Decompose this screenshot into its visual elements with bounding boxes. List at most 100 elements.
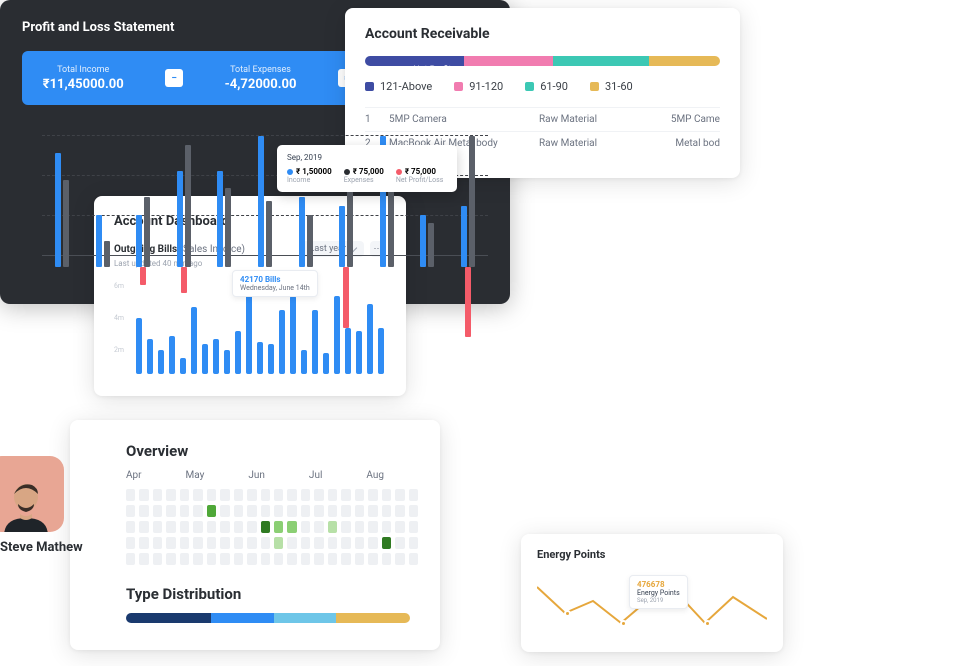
pl-income-bar[interactable]: [299, 197, 305, 267]
heatmap-cell[interactable]: [328, 505, 337, 517]
pl-loss-bar[interactable]: [181, 267, 187, 293]
pl-expense-bar[interactable]: [63, 180, 69, 268]
heatmap-cell[interactable]: [139, 553, 148, 565]
heatmap-cell[interactable]: [247, 537, 256, 549]
heatmap-cell[interactable]: [207, 489, 216, 501]
chart-bar[interactable]: [191, 307, 197, 374]
heatmap-cell[interactable]: [382, 521, 391, 533]
heatmap-cell[interactable]: [368, 553, 377, 565]
chart-bar[interactable]: [290, 296, 296, 374]
heatmap-cell[interactable]: [287, 553, 296, 565]
chart-bar[interactable]: [312, 310, 318, 374]
heatmap-cell[interactable]: [139, 537, 148, 549]
heatmap-cell[interactable]: [341, 489, 350, 501]
heatmap-cell[interactable]: [368, 489, 377, 501]
heatmap-cell[interactable]: [395, 505, 404, 517]
pl-income-bar[interactable]: [136, 215, 142, 268]
heatmap-cell[interactable]: [409, 489, 418, 501]
pl-income-bar[interactable]: [461, 206, 467, 267]
heatmap-cell[interactable]: [368, 521, 377, 533]
heatmap-cell[interactable]: [368, 537, 377, 549]
heatmap-cell[interactable]: [382, 505, 391, 517]
heatmap-cell[interactable]: [153, 553, 162, 565]
pl-loss-bar[interactable]: [465, 267, 471, 337]
heatmap-cell[interactable]: [355, 489, 364, 501]
heatmap-cell[interactable]: [207, 553, 216, 565]
heatmap-cell[interactable]: [395, 553, 404, 565]
heatmap-cell[interactable]: [409, 537, 418, 549]
chart-bar[interactable]: [147, 339, 153, 374]
heatmap-cell[interactable]: [395, 489, 404, 501]
chart-bar[interactable]: [235, 331, 241, 374]
pl-income-bar[interactable]: [339, 206, 345, 267]
heatmap-cell[interactable]: [126, 489, 135, 501]
chart-bar[interactable]: [367, 304, 373, 374]
pl-expense-bar[interactable]: [266, 201, 272, 267]
heatmap-cell[interactable]: [409, 553, 418, 565]
chart-bar[interactable]: [356, 331, 362, 374]
heatmap-cell[interactable]: [395, 537, 404, 549]
chart-bar[interactable]: [334, 296, 340, 374]
heatmap-cell[interactable]: [261, 537, 270, 549]
heatmap-cell[interactable]: [341, 553, 350, 565]
heatmap-cell[interactable]: [234, 521, 243, 533]
heatmap-cell[interactable]: [166, 537, 175, 549]
chart-bar[interactable]: [180, 358, 186, 374]
heatmap-cell[interactable]: [166, 505, 175, 517]
heatmap-cell[interactable]: [207, 505, 216, 517]
heatmap-cell[interactable]: [314, 521, 323, 533]
heatmap-cell[interactable]: [368, 505, 377, 517]
heatmap-cell[interactable]: [220, 521, 229, 533]
heatmap-cell[interactable]: [314, 505, 323, 517]
heatmap-cell[interactable]: [314, 537, 323, 549]
heatmap-cell[interactable]: [382, 553, 391, 565]
heatmap-cell[interactable]: [234, 537, 243, 549]
heatmap-cell[interactable]: [382, 489, 391, 501]
heatmap-cell[interactable]: [261, 489, 270, 501]
heatmap-cell[interactable]: [355, 521, 364, 533]
heatmap-cell[interactable]: [328, 537, 337, 549]
heatmap-cell[interactable]: [247, 505, 256, 517]
heatmap-cell[interactable]: [355, 505, 364, 517]
heatmap-cell[interactable]: [314, 553, 323, 565]
heatmap-cell[interactable]: [139, 489, 148, 501]
heatmap-cell[interactable]: [153, 537, 162, 549]
heatmap-cell[interactable]: [287, 489, 296, 501]
heatmap-cell[interactable]: [126, 521, 135, 533]
chart-bar[interactable]: [323, 353, 329, 374]
pl-expense-bar[interactable]: [185, 145, 191, 268]
heatmap-cell[interactable]: [261, 521, 270, 533]
heatmap-cell[interactable]: [274, 505, 283, 517]
heatmap-cell[interactable]: [153, 489, 162, 501]
heatmap-cell[interactable]: [180, 553, 189, 565]
heatmap-cell[interactable]: [274, 553, 283, 565]
chart-bar[interactable]: [213, 339, 219, 374]
heatmap-cell[interactable]: [355, 553, 364, 565]
pl-income-bar[interactable]: [258, 136, 264, 267]
heatmap-cell[interactable]: [153, 521, 162, 533]
pl-income-bar[interactable]: [55, 153, 61, 267]
heatmap-cell[interactable]: [207, 521, 216, 533]
user-avatar[interactable]: [0, 456, 64, 532]
heatmap-cell[interactable]: [274, 489, 283, 501]
heatmap-cell[interactable]: [301, 553, 310, 565]
heatmap-cell[interactable]: [166, 553, 175, 565]
heatmap-cell[interactable]: [261, 553, 270, 565]
heatmap-cell[interactable]: [193, 521, 202, 533]
pl-income-bar[interactable]: [96, 215, 102, 268]
heatmap-cell[interactable]: [355, 537, 364, 549]
pl-income-bar[interactable]: [177, 171, 183, 267]
heatmap-cell[interactable]: [247, 553, 256, 565]
heatmap-cell[interactable]: [193, 505, 202, 517]
heatmap-cell[interactable]: [180, 505, 189, 517]
heatmap-cell[interactable]: [193, 537, 202, 549]
heatmap-cell[interactable]: [247, 489, 256, 501]
heatmap-cell[interactable]: [287, 537, 296, 549]
pl-income-bar[interactable]: [420, 215, 426, 268]
heatmap-cell[interactable]: [247, 521, 256, 533]
chart-bar[interactable]: [158, 350, 164, 374]
heatmap-cell[interactable]: [341, 521, 350, 533]
pl-expense-bar[interactable]: [225, 188, 231, 267]
chart-bar[interactable]: [345, 328, 351, 374]
heatmap-cell[interactable]: [314, 489, 323, 501]
